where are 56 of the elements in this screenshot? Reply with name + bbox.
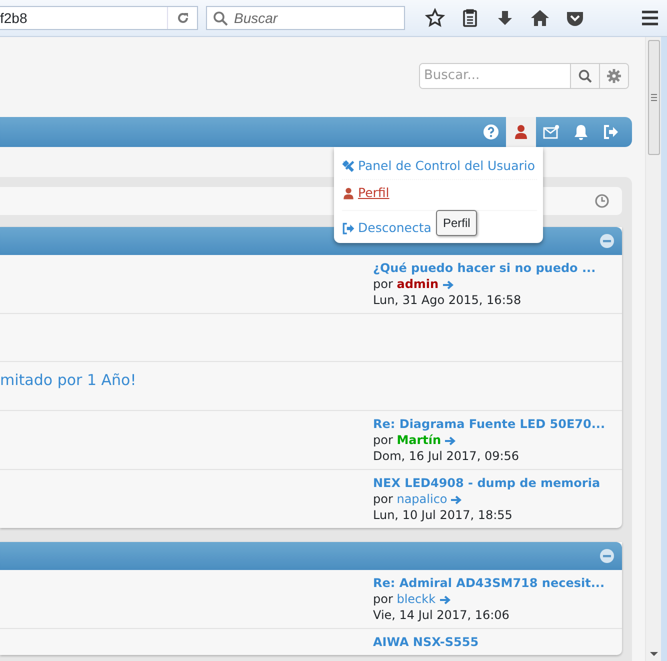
arrow-right-icon[interactable] bbox=[451, 494, 462, 505]
user-button[interactable] bbox=[506, 117, 536, 147]
post-date: Vie, 14 Jul 2017, 16:06 bbox=[373, 607, 510, 623]
settings-button[interactable] bbox=[599, 64, 628, 88]
scrollbar-thumb[interactable] bbox=[648, 40, 660, 155]
post-title-link[interactable]: AIWA NSX-S555 bbox=[373, 634, 479, 650]
home-icon bbox=[530, 8, 550, 28]
tooltip: Perfil bbox=[436, 210, 478, 236]
help-icon bbox=[483, 124, 499, 140]
arrow-right-icon[interactable] bbox=[440, 594, 451, 605]
post-date: Lun, 31 Ago 2015, 16:58 bbox=[373, 292, 522, 308]
bell-icon bbox=[573, 124, 589, 140]
author-link[interactable]: Martín bbox=[396, 433, 442, 447]
address-bar[interactable]: f2b8 bbox=[0, 6, 198, 30]
scrollbar[interactable] bbox=[645, 37, 661, 661]
collapse-icon[interactable] bbox=[600, 549, 614, 563]
by-label: por bbox=[373, 433, 394, 447]
collapse-icon[interactable] bbox=[600, 234, 614, 248]
post-title-link[interactable]: Re: Diagrama Fuente LED 50E70... bbox=[373, 416, 606, 432]
user-icon bbox=[342, 186, 355, 200]
post-date: Lun, 10 Jul 2017, 18:55 bbox=[373, 507, 514, 523]
gear-icon bbox=[607, 69, 621, 83]
arrow-right-icon[interactable] bbox=[442, 280, 454, 290]
address-text: f2b8 bbox=[0, 8, 28, 28]
search-icon bbox=[578, 69, 592, 83]
menu-item[interactable]: Desconecta bbox=[342, 215, 432, 241]
by-label: por bbox=[373, 277, 394, 291]
search-button[interactable] bbox=[570, 64, 599, 88]
logout-icon bbox=[603, 124, 619, 140]
author-link[interactable]: bleckk bbox=[396, 592, 436, 606]
reload-icon[interactable] bbox=[176, 11, 190, 25]
browser-search-input[interactable]: Buscar bbox=[234, 8, 404, 28]
logout-icon bbox=[342, 222, 355, 234]
menu-item[interactable]: Panel de Control del Usuario bbox=[342, 153, 536, 179]
scroll-down-icon[interactable] bbox=[650, 652, 658, 657]
search-field[interactable]: Buscar... bbox=[419, 63, 629, 89]
arrow-right-icon[interactable] bbox=[445, 436, 456, 446]
by-label: por bbox=[373, 492, 394, 506]
grip-icon bbox=[651, 94, 657, 101]
author-link[interactable]: admin bbox=[396, 277, 439, 291]
menu-item[interactable]: Perfil bbox=[342, 180, 390, 206]
user-icon bbox=[513, 124, 529, 140]
post-title-link[interactable]: ¿Qué puedo hacer si no puedo ... bbox=[373, 260, 596, 276]
by-label: por bbox=[373, 592, 394, 606]
star-icon bbox=[424, 8, 444, 28]
post-date: Dom, 16 Jul 2017, 09:56 bbox=[373, 448, 520, 464]
browser-search-field[interactable]: Buscar bbox=[206, 6, 405, 30]
search-icon bbox=[213, 10, 228, 26]
tools-icon bbox=[342, 160, 355, 172]
forum-title-link[interactable]: mitado por 1 Año! bbox=[0, 362, 136, 410]
post-title-link[interactable]: Re: Admiral AD43SM718 necesit... bbox=[373, 575, 605, 591]
post-title-link[interactable]: NEX LED4908 - dump de memoria bbox=[373, 475, 600, 491]
menu-icon bbox=[640, 8, 660, 28]
clock-icon bbox=[595, 194, 609, 208]
author-link[interactable]: napalico bbox=[396, 492, 448, 506]
envelope-icon bbox=[543, 124, 559, 140]
